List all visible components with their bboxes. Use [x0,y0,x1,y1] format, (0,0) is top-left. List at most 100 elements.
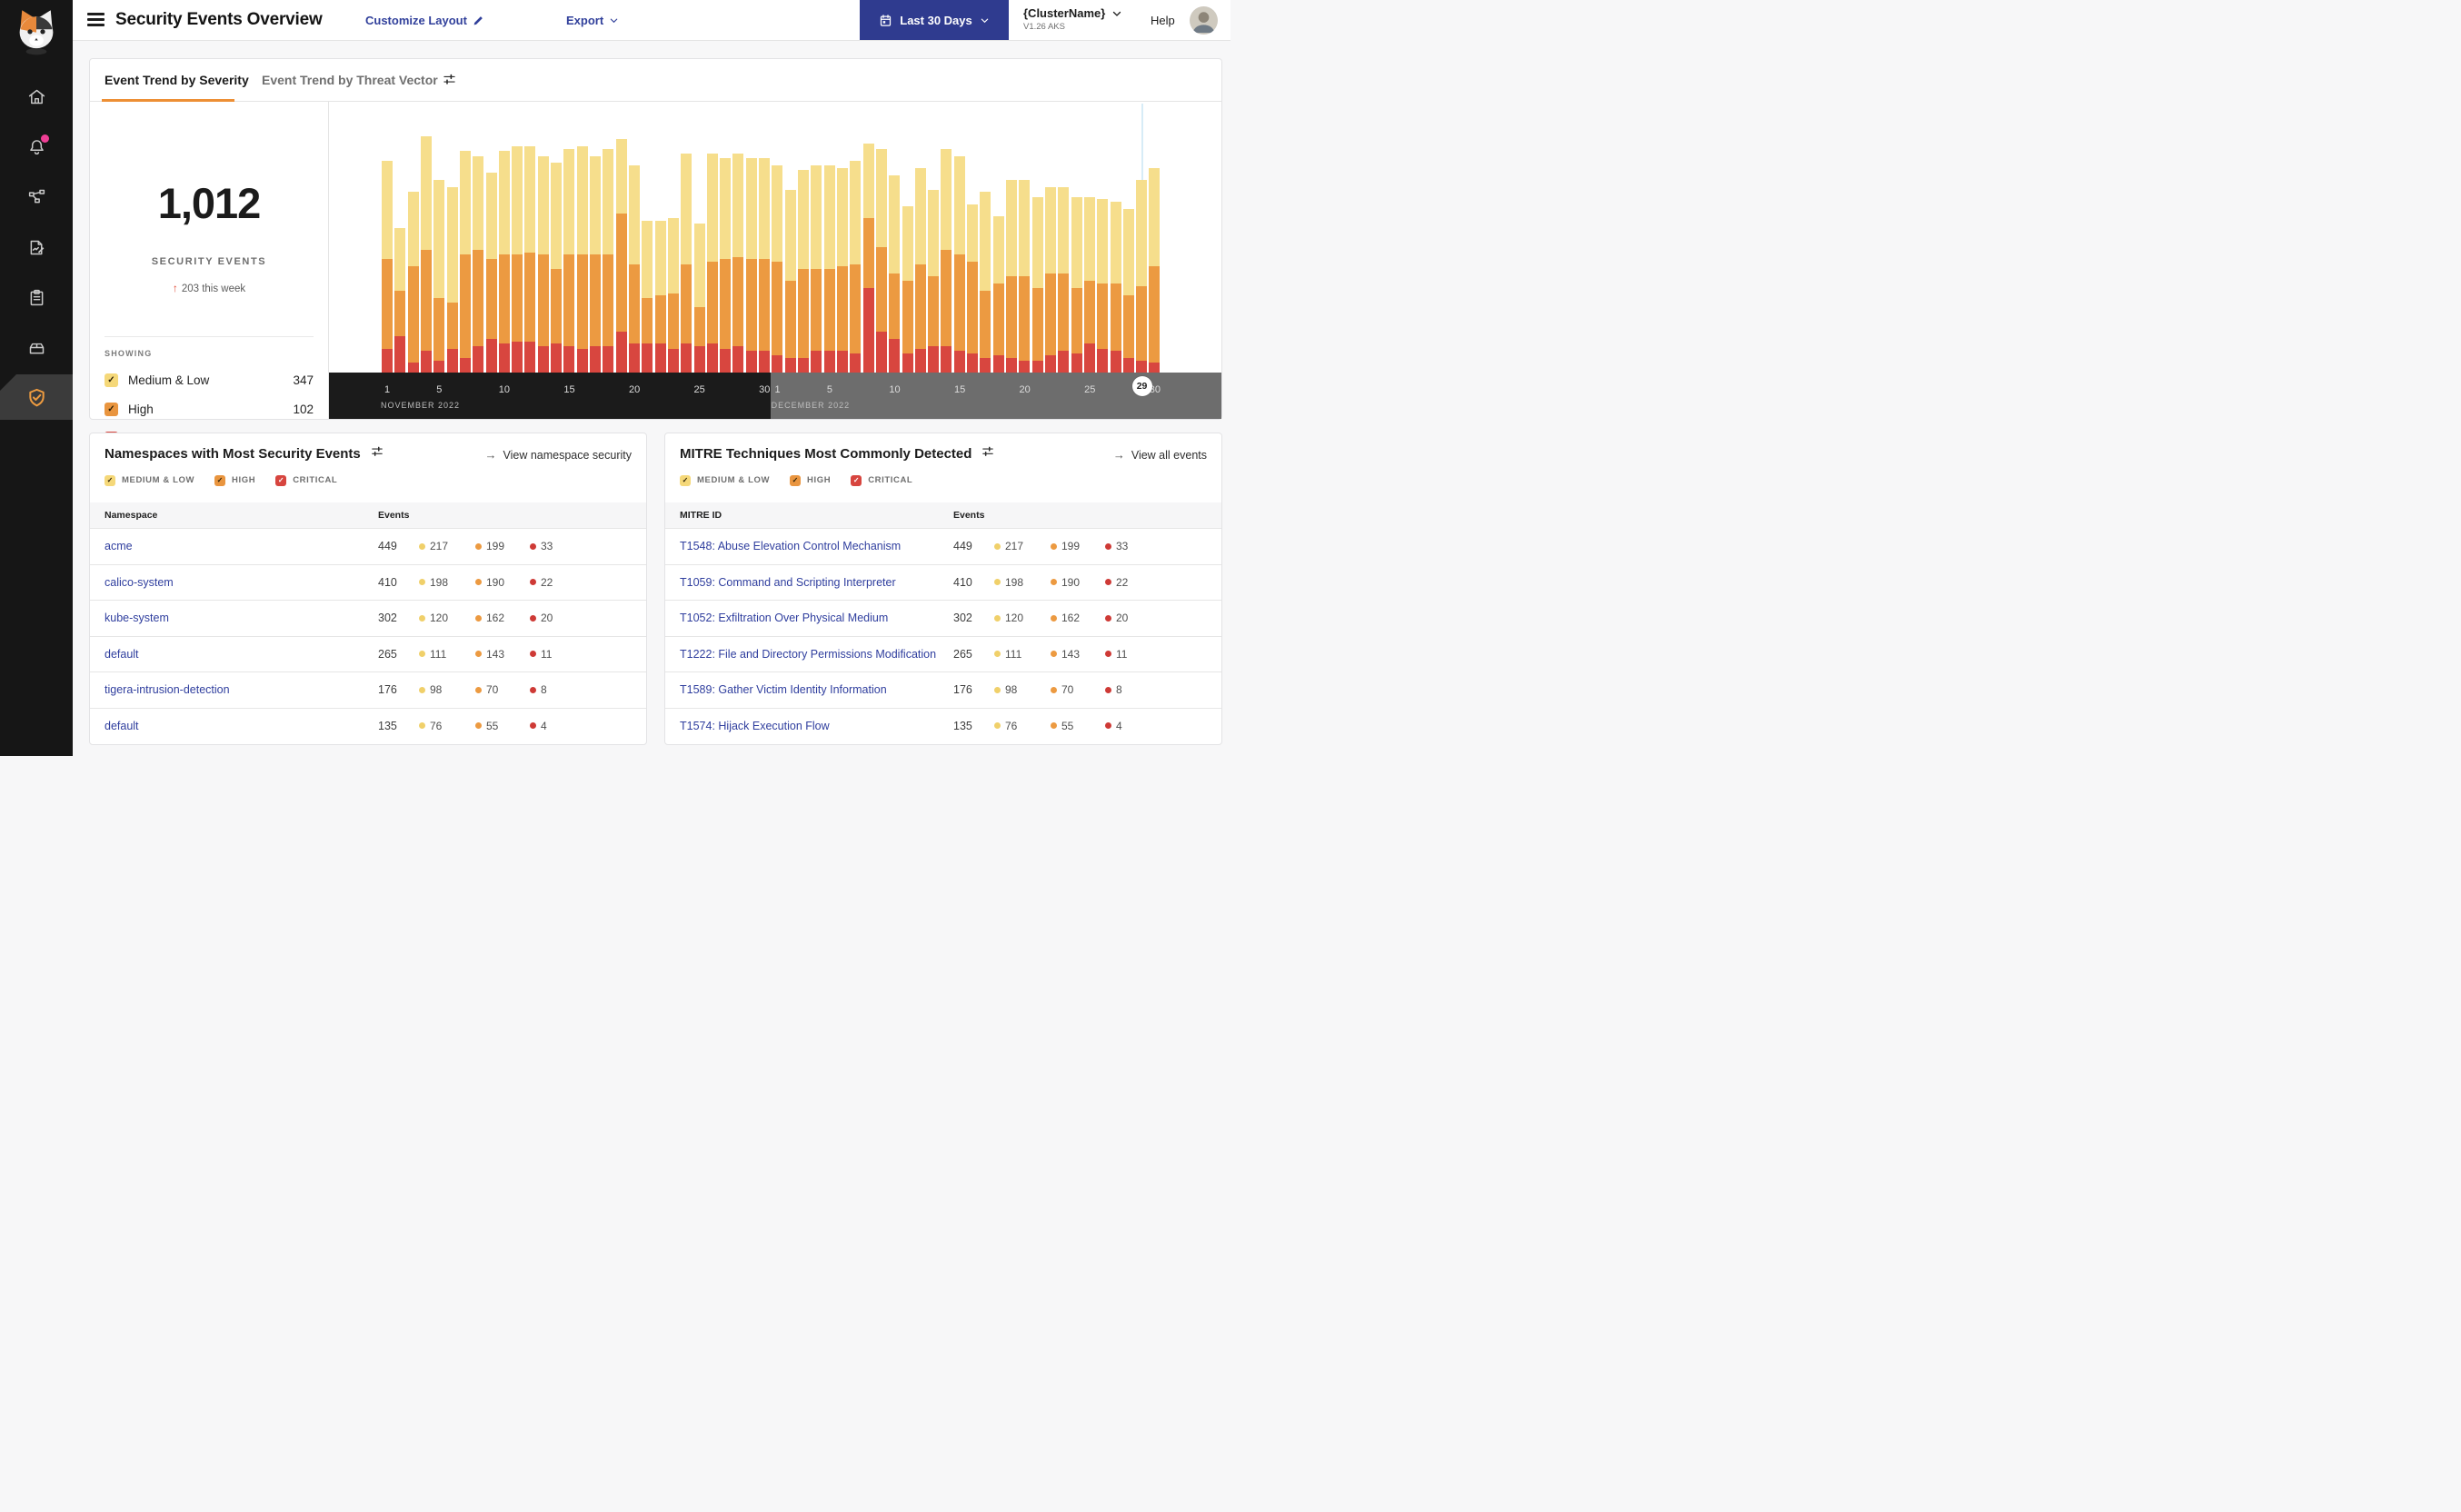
namespace-link[interactable]: default [105,648,139,661]
view-namespace-security-link[interactable]: → View namespace security [484,448,632,462]
namespace-link[interactable]: tigera-intrusion-detection [105,683,230,696]
mitre-technique-link[interactable]: T1589: Gather Victim Identity Informatio… [680,683,887,696]
mitre-technique-link[interactable]: T1052: Exfiltration Over Physical Medium [680,612,888,624]
filter-chip-critical[interactable]: ✓ CRITICAL [275,474,337,486]
day-bar [1149,167,1161,373]
medium-low-dot [994,686,1001,693]
table-row[interactable]: T1052: Exfiltration Over Physical Medium… [665,601,1221,637]
medium-low-count: 76 [419,720,442,732]
filter-chip-medium-low[interactable]: ✓ MEDIUM & LOW [680,474,770,486]
severity-checkbox[interactable]: ✓ [105,474,115,486]
bar-segment [811,165,822,270]
namespace-link[interactable]: default [105,720,139,732]
filter-chip-medium-low[interactable]: ✓ MEDIUM & LOW [105,474,194,486]
bar-segment [745,158,757,260]
calico-cat-logo[interactable] [9,5,64,56]
filter-chip-high[interactable]: ✓ HIGH [790,474,831,486]
filter-chip-critical[interactable]: ✓ CRITICAL [851,474,912,486]
mitre-technique-link[interactable]: T1574: Hijack Execution Flow [680,720,830,732]
day-bar [681,153,692,373]
severity-checkbox[interactable]: ✓ [105,373,118,387]
hamburger-menu-icon[interactable] [87,13,105,27]
table-row[interactable]: T1574: Hijack Execution Flow 135 76 55 4 [665,709,1221,744]
day-bar [654,221,666,373]
severity-checkbox[interactable]: ✓ [214,474,226,486]
table-row[interactable]: T1548: Abuse Elevation Control Mechanism… [665,529,1221,565]
mitre-technique-link[interactable]: T1222: File and Directory Permissions Mo… [680,648,936,661]
mitre-technique-link[interactable]: T1059: Command and Scripting Interpreter [680,576,896,589]
sidebar-item-reports[interactable] [0,227,73,267]
bar-segment [798,358,809,373]
bar-segment [642,343,653,373]
table-row[interactable]: kube-system 302 120 162 20 [90,601,646,637]
severity-count: 347 [293,373,314,387]
bar-segment [798,170,809,270]
bar-segment [473,249,484,346]
right-arrow-icon: → [1112,448,1125,462]
bar-segment [823,165,835,270]
table-row[interactable]: calico-system 410 198 190 22 [90,565,646,601]
sidebar-item-workloads[interactable] [0,327,73,367]
bar-segment [992,215,1004,284]
sidebar-item-alerts[interactable] [0,126,73,166]
table-row[interactable]: default 135 76 55 4 [90,709,646,744]
date-range-button[interactable]: Last 30 Days [860,0,1009,40]
medium-low-dot [419,542,425,550]
sidebar-item-service-graph[interactable] [0,176,73,216]
x-axis-band[interactable]: 1 5 10 15 20 25 30 1 5 10 15 20 25 30 NOVEMBER 2022 DEC… [329,373,1221,419]
medium-low-dot [994,542,1001,550]
user-avatar[interactable] [1190,6,1218,35]
bar-segment [485,173,497,260]
namespace-link[interactable]: kube-system [105,612,169,624]
table-row[interactable]: acme 449 217 199 33 [90,529,646,565]
mitre-technique-link[interactable]: T1548: Abuse Elevation Control Mechanism [680,540,901,552]
legend-row-medium-low[interactable]: ✓ Medium & Low 347 [105,371,314,389]
bar-segment [485,338,497,373]
severity-checkbox[interactable]: ✓ [851,474,862,486]
bar-segment [576,348,588,373]
namespace-link[interactable]: calico-system [105,576,174,589]
bar-segment [889,338,901,373]
bar-segment [628,343,640,373]
severity-checkbox[interactable]: ✓ [680,474,691,486]
axis-tick: 30 [759,384,771,395]
view-all-events-link[interactable]: → View all events [1113,448,1207,462]
bar-segment [902,206,913,282]
table-row[interactable]: T1059: Command and Scripting Interpreter… [665,565,1221,601]
bar-segment [1149,167,1161,267]
sidebar-item-security-events[interactable] [0,374,73,420]
legend-row-high[interactable]: ✓ High 102 [105,400,314,418]
sidebar-item-compliance[interactable] [0,277,73,317]
day-bar [1019,180,1031,373]
customize-layout-button[interactable]: Customize Layout [365,14,484,27]
table-row[interactable]: default 265 111 143 11 [90,637,646,672]
bar-segment [706,153,718,263]
table-row[interactable]: T1222: File and Directory Permissions Mo… [665,637,1221,672]
card-settings-sliders-icon[interactable] [981,445,994,462]
critical-dot [1105,651,1111,658]
severity-checkbox[interactable]: ✓ [790,474,802,486]
card-settings-sliders-icon[interactable] [371,445,384,462]
selected-day-marker[interactable]: 29 [1131,376,1152,396]
medium-low-dot [419,722,425,730]
tab-event-trend-by-severity[interactable]: Event Trend by Severity [105,73,249,87]
axis-tick: 15 [563,384,575,395]
day-bar [941,148,952,373]
bar-segment [850,353,862,373]
filter-chip-high[interactable]: ✓ HIGH [214,474,255,486]
help-link[interactable]: Help [1151,14,1175,27]
critical-count: 20 [530,612,553,624]
critical-dot [530,686,536,693]
chart-settings-sliders-icon[interactable] [443,73,456,91]
table-row[interactable]: tigera-intrusion-detection 176 98 70 8 [90,672,646,709]
namespace-link[interactable]: acme [105,540,133,552]
export-button[interactable]: Export [566,14,619,27]
day-bar [902,206,913,373]
severity-checkbox[interactable]: ✓ [105,402,118,416]
bar-segment [681,343,692,373]
sidebar-item-home[interactable] [0,76,73,116]
severity-checkbox[interactable]: ✓ [275,474,287,486]
cluster-selector[interactable]: {ClusterName} V1.26 AKS [1023,6,1122,32]
table-row[interactable]: T1589: Gather Victim Identity Informatio… [665,672,1221,709]
tab-event-trend-by-threat-vector[interactable]: Event Trend by Threat Vector [262,73,438,87]
